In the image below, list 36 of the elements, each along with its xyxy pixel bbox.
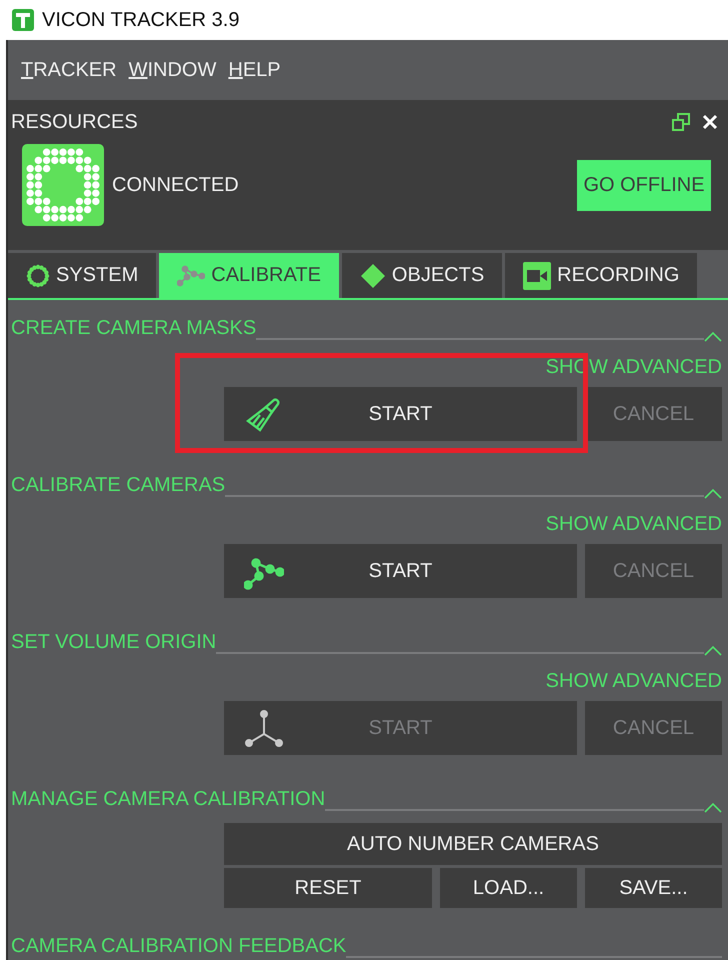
section-title: MANAGE CAMERA CALIBRATION	[11, 788, 326, 811]
start-button[interactable]: START	[224, 387, 577, 441]
tab[interactable]: CALIBRATE	[159, 253, 339, 298]
show-advanced-link[interactable]: SHOW ADVANCED	[546, 670, 722, 698]
calibration-button[interactable]: LOAD...	[440, 868, 577, 908]
section-title: SET VOLUME ORIGIN	[11, 631, 216, 654]
restore-icon[interactable]	[672, 113, 690, 131]
show-advanced-link[interactable]: SHOW ADVANCED	[546, 513, 722, 541]
start-button[interactable]: START	[224, 544, 577, 598]
collapse-caret-icon[interactable]	[704, 645, 722, 656]
go-offline-button[interactable]: GO OFFLINE	[577, 160, 711, 210]
tab[interactable]: SYSTEM	[8, 253, 156, 298]
axes-icon	[244, 710, 284, 750]
connection-status: CONNECTED	[112, 174, 240, 196]
collapse-caret-icon[interactable]	[704, 331, 722, 342]
node-graph-icon	[177, 264, 206, 286]
panel-title: RESOURCES	[11, 110, 138, 134]
tab[interactable]: RECORDING	[505, 253, 698, 298]
video-camera-icon	[523, 262, 552, 290]
ring-icon	[26, 264, 50, 288]
calibration-button[interactable]: AUTO NUMBER CAMERAS	[224, 823, 722, 865]
section-title: CAMERA CALIBRATION FEEDBACK	[11, 935, 346, 958]
close-icon[interactable]	[702, 114, 718, 130]
collapse-caret-icon[interactable]	[704, 488, 722, 499]
menu-item[interactable]: HELP	[227, 56, 282, 84]
collapse-caret-icon[interactable]	[704, 802, 722, 813]
app-logo-icon	[12, 9, 34, 31]
section-title: CREATE CAMERA MASKS	[11, 317, 256, 340]
calibration-button[interactable]: RESET	[224, 868, 432, 908]
window-title: VICON TRACKER 3.9	[42, 8, 240, 32]
diamond-icon	[360, 262, 386, 288]
calibration-button[interactable]: SAVE...	[585, 868, 722, 908]
menu-item[interactable]: TRACKER	[20, 56, 118, 84]
tab[interactable]: OBJECTS	[342, 253, 502, 298]
menu-item[interactable]: WINDOW	[128, 56, 218, 84]
section-title: CALIBRATE CAMERAS	[11, 474, 226, 497]
